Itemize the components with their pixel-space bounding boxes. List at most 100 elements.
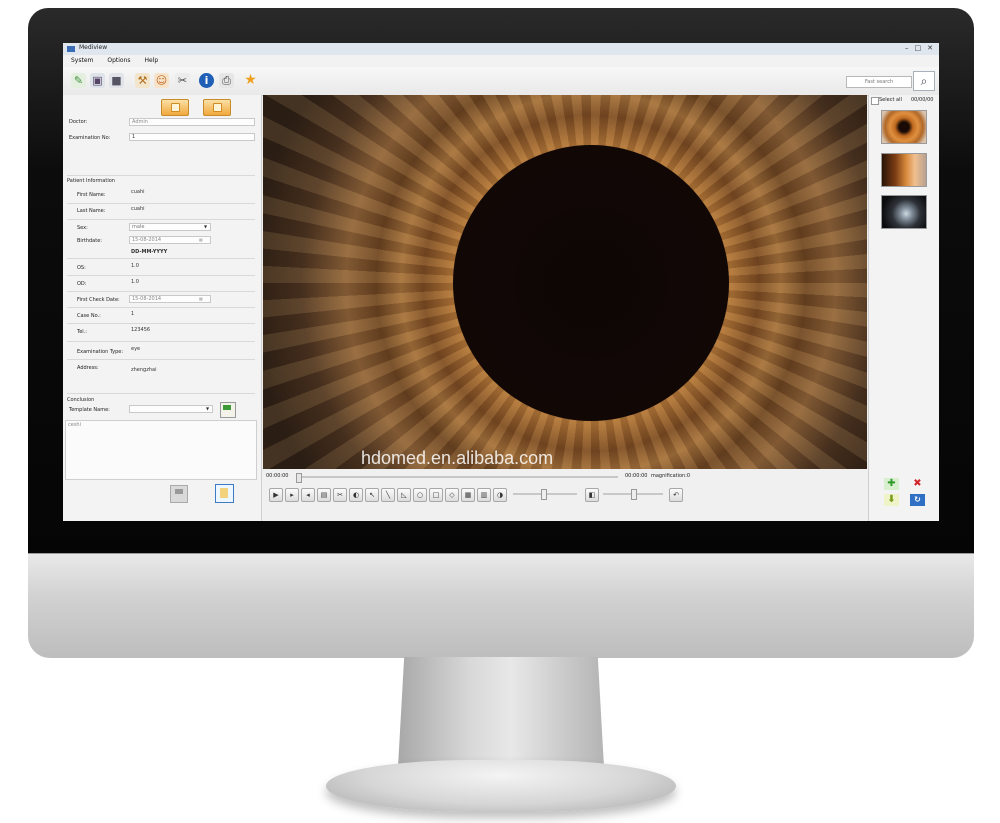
address-value[interactable]: zhengzhai — [131, 367, 156, 373]
save-button[interactable] — [170, 485, 188, 503]
search-button[interactable]: ⌕ — [913, 71, 935, 91]
info-icon[interactable]: i — [199, 73, 214, 88]
next-frame-button[interactable]: ▸ — [285, 488, 299, 502]
video-icon[interactable]: ■ — [109, 73, 124, 88]
search-input[interactable]: Fast search — [846, 76, 912, 88]
angle-tool-button[interactable]: ◺ — [397, 488, 411, 502]
contrast-button[interactable]: ▥ — [477, 488, 491, 502]
undo-icon: ↶ — [673, 491, 679, 499]
window-controls: – □ ✕ — [905, 44, 933, 52]
zoom-slider[interactable] — [603, 489, 663, 500]
compare-button[interactable]: ◐ — [349, 488, 363, 502]
brightness-slider[interactable] — [513, 489, 577, 500]
end-time: 00:00:00 — [625, 473, 648, 479]
thumbnail-sideview[interactable] — [881, 153, 927, 187]
camera-icon[interactable]: ▣ — [90, 73, 105, 88]
app-icon — [67, 46, 75, 52]
last-name-label: Last Name: — [77, 208, 106, 214]
od-value[interactable]: 1.0 — [131, 279, 139, 285]
calendar-icon: ▦ — [199, 237, 203, 242]
left-panel: Doctor: Admin Examination No: 1 Patient … — [63, 95, 262, 521]
play-button[interactable]: ▶ — [269, 488, 283, 502]
thumbnail-dark[interactable] — [881, 195, 927, 229]
template-name-select[interactable] — [129, 405, 213, 413]
separator — [67, 258, 255, 259]
monitor-chin — [28, 553, 974, 658]
close-button[interactable]: ✕ — [927, 44, 933, 52]
eraser-icon: ◇ — [449, 491, 455, 499]
birthdate-value: 15-08-2014 — [132, 237, 162, 243]
exam-no-field[interactable] — [129, 133, 255, 141]
pupil — [453, 145, 729, 421]
date-format-hint: DD-MM-YYYY — [131, 249, 168, 255]
plus-icon: ✚ — [887, 478, 896, 489]
brightness-icon: ◑ — [496, 491, 504, 499]
address-label: Address: — [77, 365, 99, 371]
user-icon[interactable]: ☺ — [154, 73, 169, 88]
save-record-button[interactable] — [203, 99, 231, 116]
rectangle-tool-button[interactable]: □ — [429, 488, 443, 502]
sex-value: male — [132, 224, 145, 230]
select-all-checkbox[interactable] — [871, 97, 879, 105]
snapshot-button[interactable]: ▤ — [317, 488, 331, 502]
os-label: OS: — [77, 265, 86, 271]
first-name-label: First Name: — [77, 192, 106, 198]
separator — [67, 307, 255, 308]
rectangle-icon: □ — [432, 491, 440, 499]
download-button[interactable]: ⬇ — [884, 494, 899, 506]
menu-options[interactable]: Options — [107, 55, 130, 67]
thumbnail-iris[interactable] — [881, 110, 927, 144]
patient-section-title: Patient Information — [67, 178, 115, 184]
prev-frame-button[interactable]: ◂ — [301, 488, 315, 502]
refresh-button[interactable]: ↻ — [910, 494, 925, 506]
chevron-down-icon: ▼ — [206, 406, 210, 411]
last-name-value[interactable]: cuahi — [131, 206, 145, 212]
slider-handle[interactable] — [541, 489, 547, 500]
eraser-button[interactable]: ◇ — [445, 488, 459, 502]
zoom-icon: ◧ — [588, 491, 596, 499]
tools-icon[interactable]: ⚒ — [135, 73, 150, 88]
conclusion-textarea[interactable] — [65, 420, 257, 480]
first-check-date-value: 15-08-2014 — [132, 296, 162, 302]
add-button[interactable]: ✚ — [884, 478, 899, 490]
undo-button[interactable]: ↶ — [669, 488, 683, 502]
star-icon[interactable]: ★ — [243, 73, 258, 88]
first-name-value[interactable]: cuahi — [131, 189, 145, 195]
window-title: Mediview — [79, 44, 108, 51]
magnification-readout: magnification:0 — [651, 473, 691, 479]
separator — [67, 393, 255, 394]
export-button[interactable] — [215, 484, 234, 503]
maximize-button[interactable]: □ — [915, 44, 922, 52]
slider-handle[interactable] — [631, 489, 637, 500]
os-value[interactable]: 1.0 — [131, 263, 139, 269]
menu-system[interactable]: System — [71, 55, 93, 67]
monitor-stand-base — [326, 760, 676, 812]
separator — [67, 291, 255, 292]
minimize-button[interactable]: – — [905, 44, 909, 52]
doctor-label: Doctor: — [69, 119, 88, 125]
image-viewer[interactable] — [263, 95, 867, 469]
print-icon[interactable]: ⎙ — [219, 73, 234, 88]
exam-type-value[interactable]: eye — [131, 346, 140, 352]
grid-button[interactable]: ▦ — [461, 488, 475, 502]
exam-no-label: Examination No: — [69, 135, 111, 141]
scissors-icon[interactable]: ✂ — [175, 73, 190, 88]
template-edit-button[interactable] — [220, 402, 236, 418]
angle-icon: ◺ — [401, 491, 407, 499]
seek-track[interactable] — [298, 476, 618, 478]
delete-button[interactable]: ✖ — [910, 478, 925, 490]
first-check-date-label: First Check Date: — [77, 297, 120, 303]
select-tool-button[interactable]: ↖ — [365, 488, 379, 502]
load-button[interactable] — [161, 99, 189, 116]
case-no-value[interactable]: 1 — [131, 311, 134, 317]
open-icon[interactable]: ✎ — [71, 73, 86, 88]
circle-tool-button[interactable]: ○ — [413, 488, 427, 502]
contrast-icon: ▥ — [480, 491, 488, 499]
cut-button[interactable]: ✂ — [333, 488, 347, 502]
tel-value[interactable]: 123456 — [131, 327, 150, 333]
menu-help[interactable]: Help — [145, 55, 159, 67]
zoom-button[interactable]: ◧ — [585, 488, 599, 502]
brightness-button[interactable]: ◑ — [493, 488, 507, 502]
line-tool-button[interactable]: ╲ — [381, 488, 395, 502]
seek-handle[interactable] — [296, 473, 302, 483]
